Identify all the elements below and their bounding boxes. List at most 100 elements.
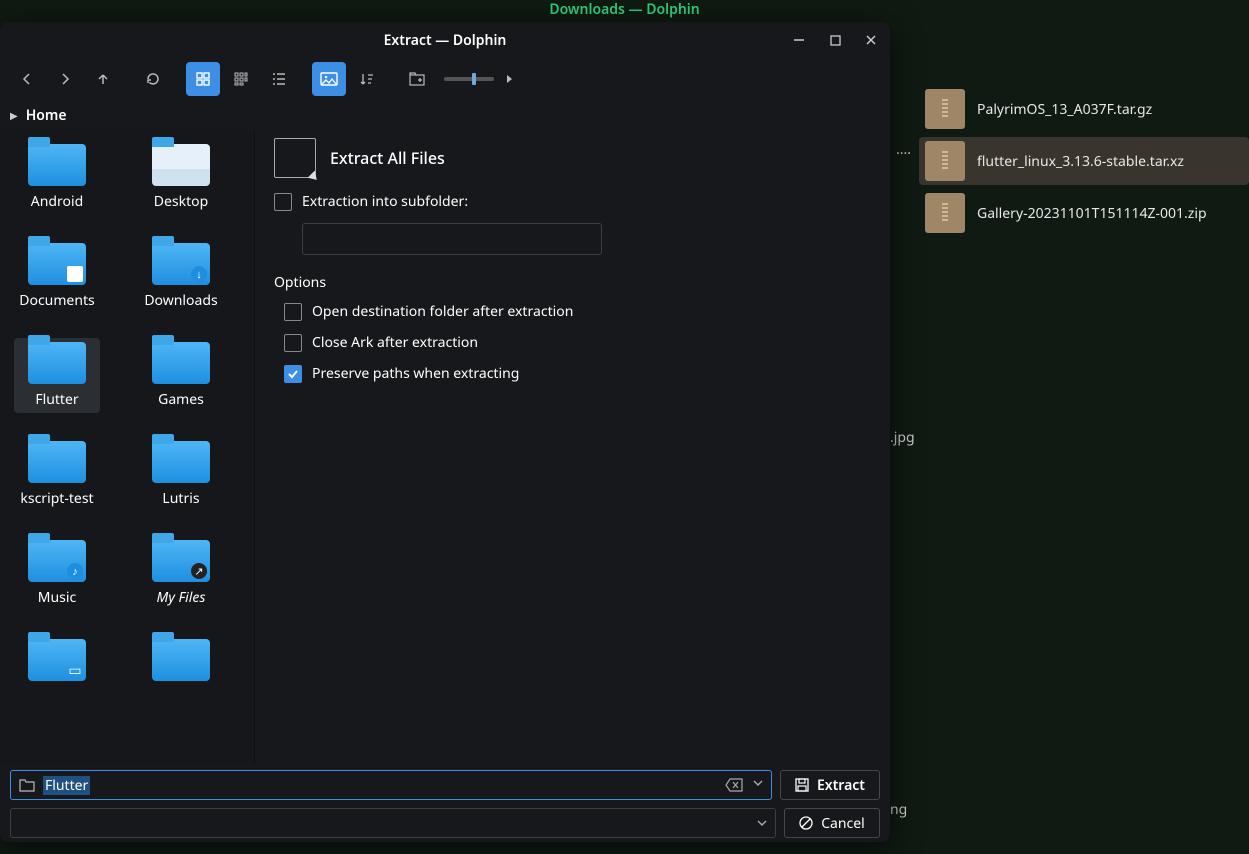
folder-label: Downloads	[144, 291, 217, 310]
extract-dialog-window: Extract — Dolphin ▶	[0, 22, 890, 842]
folder-label: Flutter	[35, 390, 78, 409]
folder-item[interactable]: Documents	[14, 239, 100, 314]
music-overlay-icon: ♪	[67, 563, 83, 579]
folder-item[interactable]: Flutter	[14, 338, 100, 413]
folder-icon	[19, 779, 35, 792]
cancel-icon	[799, 816, 813, 830]
titlebar: Extract — Dolphin	[0, 22, 890, 58]
filename-input[interactable]: Flutter	[10, 770, 772, 800]
icons-view-button[interactable]	[186, 62, 220, 96]
dropdown-icon[interactable]	[757, 818, 767, 828]
folder-item[interactable]: ♪ Music	[14, 536, 100, 611]
folder-item[interactable]: ↓ Downloads	[138, 239, 224, 314]
extract-button[interactable]: Extract	[780, 770, 880, 800]
forward-button[interactable]	[48, 62, 82, 96]
folder-label: Lutris	[162, 489, 199, 508]
truncated-text: .jpg	[890, 428, 915, 447]
save-icon	[795, 778, 809, 792]
folder-item[interactable]: Android	[14, 140, 100, 215]
folder-item[interactable]: kscript-test	[14, 437, 100, 512]
background-file-name: Gallery-20231101T151114Z-001.zip	[977, 204, 1207, 223]
background-file-item[interactable]: flutter_linux_3.13.6-stable.tar.xz	[919, 137, 1249, 185]
extract-icon	[274, 138, 316, 178]
folder-icon	[152, 342, 210, 384]
archive-icon	[925, 141, 965, 181]
bottom-bar: Flutter Extract Cancel	[0, 764, 890, 842]
background-file-name: flutter_linux_3.13.6-stable.tar.xz	[977, 152, 1184, 171]
filter-input[interactable]	[10, 808, 776, 838]
sort-button[interactable]	[350, 62, 384, 96]
folder-label: Music	[38, 588, 76, 607]
folder-icon: ♪	[28, 540, 86, 582]
window-title: Extract — Dolphin	[384, 31, 507, 50]
options-label: Options	[274, 273, 870, 292]
extract-heading: Extract All Files	[330, 147, 445, 169]
up-button[interactable]	[86, 62, 120, 96]
zoom-slider[interactable]	[444, 77, 494, 81]
cancel-button-label: Cancel	[821, 814, 865, 833]
preserve-paths-checkbox[interactable]	[284, 365, 302, 383]
subfolder-input[interactable]	[302, 223, 602, 255]
subfolder-checkbox[interactable]	[274, 193, 292, 211]
background-file-list: PalyrimOS_13_A037F.tar.gz flutter_linux_3…	[919, 85, 1249, 237]
minimize-button[interactable]	[790, 31, 808, 49]
folder-item[interactable]: Lutris	[138, 437, 224, 512]
close-ark-label: Close Ark after extraction	[312, 333, 478, 352]
breadcrumb-expand-icon[interactable]: ▶	[10, 108, 18, 122]
filename-value: Flutter	[43, 776, 90, 795]
zoom-expand-icon[interactable]	[504, 62, 516, 96]
archive-icon	[925, 89, 965, 129]
close-ark-checkbox[interactable]	[284, 334, 302, 352]
breadcrumb-home[interactable]: Home	[26, 106, 67, 125]
truncated-text: ng	[890, 800, 907, 819]
new-folder-button[interactable]	[400, 62, 434, 96]
background-file-item[interactable]: PalyrimOS_13_A037F.tar.gz	[919, 85, 1249, 133]
close-button[interactable]	[862, 31, 880, 49]
folder-icon	[28, 441, 86, 483]
maximize-button[interactable]	[826, 31, 844, 49]
folder-icon: ↗	[152, 540, 210, 582]
folder-grid: Android Desktop Documents ↓ Downloads Flutter…	[0, 130, 254, 764]
folder-icon	[28, 144, 86, 186]
folder-item[interactable]: Desktop	[138, 140, 224, 215]
compact-view-button[interactable]	[224, 62, 258, 96]
folder-icon	[28, 243, 86, 285]
clear-icon[interactable]	[725, 778, 743, 792]
folder-icon	[28, 342, 86, 384]
extract-button-label: Extract	[817, 776, 865, 795]
truncated-text: ....	[896, 140, 911, 159]
folder-icon	[152, 144, 210, 186]
document-overlay-icon	[67, 266, 83, 282]
folder-label: My Files	[157, 588, 206, 607]
folder-label: Games	[158, 390, 204, 409]
folder-label: kscript-test	[20, 489, 93, 508]
folder-item[interactable]: Games	[138, 338, 224, 413]
background-file-name: PalyrimOS_13_A037F.tar.gz	[977, 100, 1152, 119]
background-file-item[interactable]: Gallery-20231101T151114Z-001.zip	[919, 189, 1249, 237]
folder-label: Android	[31, 192, 83, 211]
download-overlay-icon: ↓	[191, 266, 207, 282]
folder-icon: ↓	[152, 243, 210, 285]
link-overlay-icon: ↗	[191, 563, 207, 579]
preserve-paths-label: Preserve paths when extracting	[312, 364, 519, 383]
reload-button[interactable]	[136, 62, 170, 96]
folder-item[interactable]	[138, 635, 224, 691]
subfolder-label: Extraction into subfolder:	[302, 192, 468, 211]
breadcrumb-bar[interactable]: ▶ Home	[0, 100, 890, 130]
archive-icon	[925, 193, 965, 233]
open-destination-label: Open destination folder after extraction	[312, 302, 573, 321]
folder-icon	[152, 639, 210, 681]
folder-icon	[152, 441, 210, 483]
folder-item[interactable]: ↗ My Files	[138, 536, 224, 611]
folder-item[interactable]: ▭	[14, 635, 100, 691]
preview-button[interactable]	[312, 62, 346, 96]
open-destination-checkbox[interactable]	[284, 303, 302, 321]
back-button[interactable]	[10, 62, 44, 96]
details-view-button[interactable]	[262, 62, 296, 96]
background-window-title: Downloads — Dolphin	[0, 0, 1249, 20]
toolbar	[0, 58, 890, 100]
folder-icon: ▭	[28, 639, 86, 681]
cancel-button[interactable]: Cancel	[784, 808, 880, 838]
folder-label: Documents	[19, 291, 94, 310]
dropdown-icon[interactable]	[753, 778, 763, 792]
